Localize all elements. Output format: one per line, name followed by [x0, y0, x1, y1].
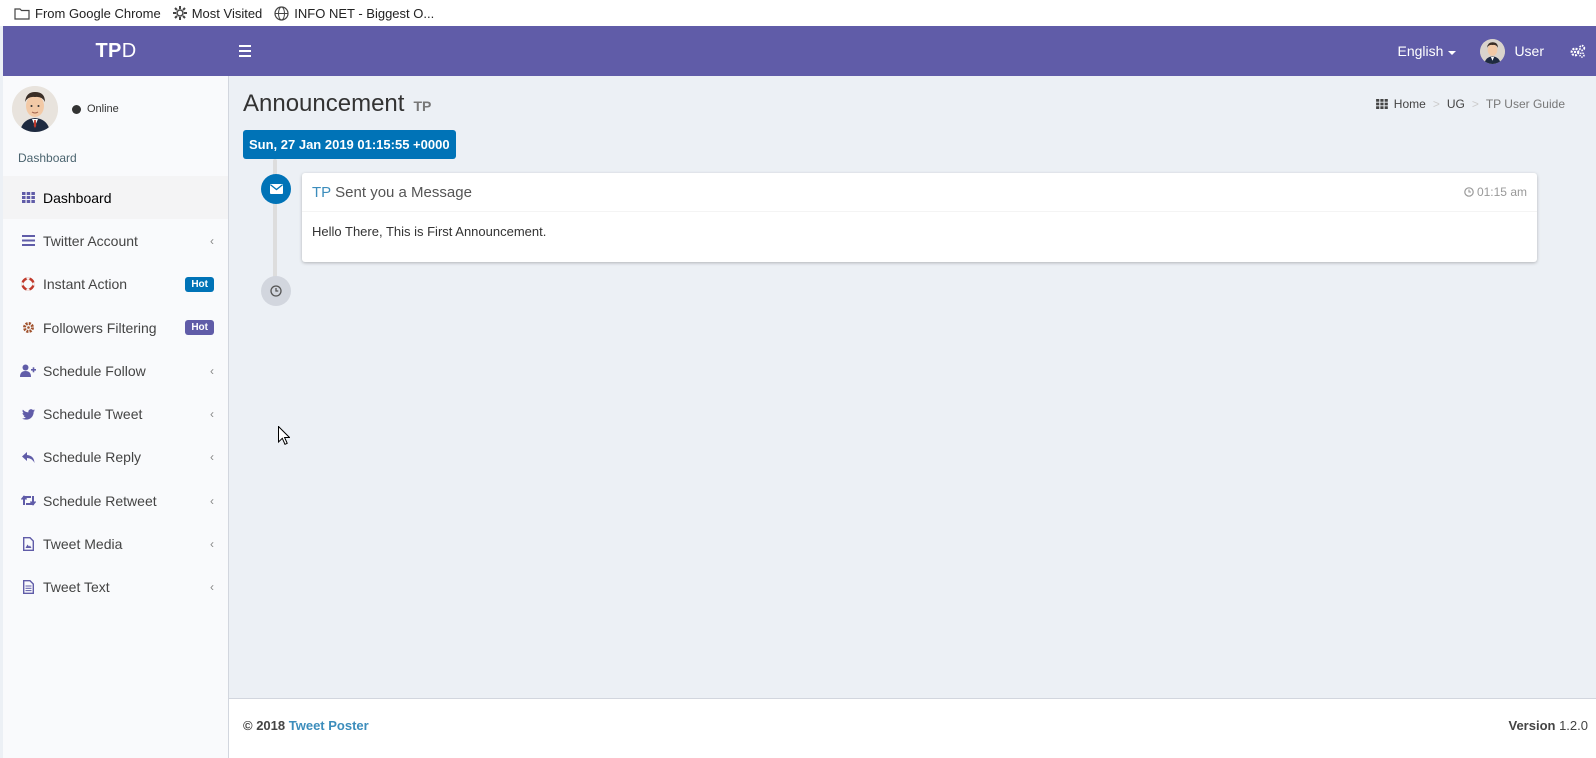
status-label: Online — [87, 103, 119, 115]
life-ring-icon — [20, 276, 36, 292]
bookmark-label: From Google Chrome — [35, 5, 161, 21]
top-navbar: TPD English User — [3, 26, 1596, 76]
chevron-left-icon: ‹ — [210, 407, 214, 422]
envelope-icon — [261, 174, 291, 204]
sidebar-item-schedule-follow[interactable]: Schedule Follow ‹ — [3, 349, 228, 392]
online-status: Online — [72, 103, 119, 115]
breadcrumb-ug[interactable]: UG — [1447, 97, 1465, 111]
sidebar-item-instant-action[interactable]: Instant Action Hot — [3, 263, 228, 306]
logo-bold: TP — [95, 39, 122, 62]
user-plus-icon — [20, 363, 36, 379]
sidebar-item-dashboard[interactable]: Dashboard — [3, 176, 228, 220]
globe-icon — [274, 5, 289, 21]
sidebar-item-label: Followers Filtering — [43, 319, 157, 336]
breadcrumb-home[interactable]: Home — [1394, 97, 1426, 111]
sidebar-item-label: Tweet Media — [43, 536, 123, 553]
folder-icon — [14, 7, 30, 20]
sidebar-item-twitter-account[interactable]: Twitter Account ‹ — [3, 219, 228, 262]
sidebar: Online Dashboard Dashboard Twitter Accou… — [3, 76, 229, 758]
chevron-left-icon: ‹ — [210, 580, 214, 595]
cog-icon — [20, 320, 36, 336]
retweet-icon — [20, 493, 36, 509]
sidebar-item-schedule-retweet[interactable]: Schedule Retweet ‹ — [3, 479, 228, 522]
timeline-date-label: Sun, 27 Jan 2019 01:15:55 +0000 — [243, 130, 456, 159]
bookmark-info-net[interactable]: INFO NET - Biggest O... — [274, 6, 434, 21]
sidebar-item-schedule-reply[interactable]: Schedule Reply ‹ — [3, 436, 228, 479]
message-header-text: Sent you a Message — [335, 183, 472, 201]
caret-down-icon — [1448, 50, 1457, 55]
breadcrumb: Home > UG > TP User Guide — [1375, 97, 1565, 111]
main-content: Announcement TP Home > UG > TP User Guid… — [229, 76, 1596, 698]
sidebar-item-followers-filtering[interactable]: Followers Filtering Hot — [3, 306, 228, 349]
sidebar-item-label: Schedule Retweet — [43, 492, 157, 509]
bookmark-from-google-chrome[interactable]: From Google Chrome — [14, 6, 161, 21]
page-title-text: Announcement — [243, 90, 405, 117]
version-number: 1.2.0 — [1559, 718, 1588, 733]
sidebar-item-label: Instant Action — [43, 276, 128, 293]
chevron-left-icon: ‹ — [210, 233, 214, 248]
mouse-cursor-icon — [278, 426, 290, 445]
breadcrumb-separator: > — [1471, 97, 1479, 111]
message-time-text: 01:15 am — [1476, 185, 1527, 199]
avatar — [1480, 38, 1506, 64]
twitter-icon — [20, 406, 36, 422]
message-body: Hello There, This is First Announcement. — [312, 224, 547, 239]
sidebar-item-label: Twitter Account — [43, 232, 138, 249]
bars-icon — [20, 233, 36, 249]
footer-version: Version 1.2.0 — [1508, 718, 1588, 733]
version-label: Version — [1508, 718, 1556, 733]
copyright-text: © 2018 — [243, 718, 286, 733]
status-dot-icon — [72, 104, 81, 114]
menu-section-header: Dashboard — [18, 151, 77, 165]
hot-badge: Hot — [185, 320, 214, 336]
reply-icon — [20, 449, 36, 465]
hot-badge: Hot — [185, 276, 214, 292]
sidebar-item-label: Tweet Text — [43, 579, 110, 596]
avatar — [12, 86, 58, 132]
language-dropdown[interactable]: English — [1398, 43, 1457, 59]
sidebar-item-label: Schedule Follow — [43, 362, 146, 379]
chevron-left-icon: ‹ — [210, 537, 214, 552]
sidebar-item-tweet-text[interactable]: Tweet Text ‹ — [3, 566, 228, 609]
chevron-left-icon: ‹ — [210, 493, 214, 508]
user-name: User — [1514, 43, 1544, 59]
logo-light: D — [121, 39, 137, 62]
footer-copyright: © 2018 Tweet Poster — [243, 718, 369, 733]
file-text-icon — [20, 579, 36, 595]
message-time: 01:15 am — [1464, 185, 1527, 199]
sidebar-toggle-icon[interactable] — [239, 41, 259, 61]
bookmark-label: INFO NET - Biggest O... — [294, 5, 435, 21]
user-panel: Online — [3, 76, 228, 142]
settings-gears-icon[interactable] — [1570, 44, 1586, 58]
language-label: English — [1397, 43, 1444, 59]
timeline-message-header: TP Sent you a Message 01:15 am — [302, 173, 1537, 212]
user-menu[interactable]: User — [1480, 38, 1544, 64]
grid-icon — [20, 190, 36, 206]
gear-icon — [172, 6, 187, 20]
logo[interactable]: TPD — [3, 40, 229, 63]
sidebar-item-label: Dashboard — [43, 189, 112, 206]
sidebar-item-label: Schedule Reply — [43, 449, 142, 466]
breadcrumb-current: TP User Guide — [1485, 97, 1565, 111]
timeline-message: TP Sent you a Message 01:15 am Hello The… — [302, 173, 1537, 262]
file-image-icon — [20, 536, 36, 552]
breadcrumb-separator: > — [1432, 97, 1440, 111]
footer: © 2018 Tweet Poster Version 1.2.0 — [229, 698, 1596, 758]
chevron-left-icon: ‹ — [210, 363, 214, 378]
page-subtitle: TP — [413, 98, 432, 114]
bookmarks-bar: From Google Chrome Most Visited INFO NET… — [0, 0, 1596, 26]
message-sender[interactable]: TP — [312, 184, 331, 201]
sidebar-item-label: Schedule Tweet — [43, 406, 143, 423]
grid-icon — [1375, 99, 1388, 109]
sidebar-item-schedule-tweet[interactable]: Schedule Tweet ‹ — [3, 392, 228, 435]
chevron-left-icon: ‹ — [210, 450, 214, 465]
sidebar-item-tweet-media[interactable]: Tweet Media ‹ — [3, 522, 228, 565]
clock-icon — [261, 276, 291, 306]
bookmark-most-visited[interactable]: Most Visited — [172, 5, 263, 21]
page-title: Announcement TP — [243, 90, 431, 118]
brand-link[interactable]: Tweet Poster — [289, 718, 369, 733]
clock-icon — [1464, 187, 1474, 197]
bookmark-label: Most Visited — [191, 5, 263, 21]
